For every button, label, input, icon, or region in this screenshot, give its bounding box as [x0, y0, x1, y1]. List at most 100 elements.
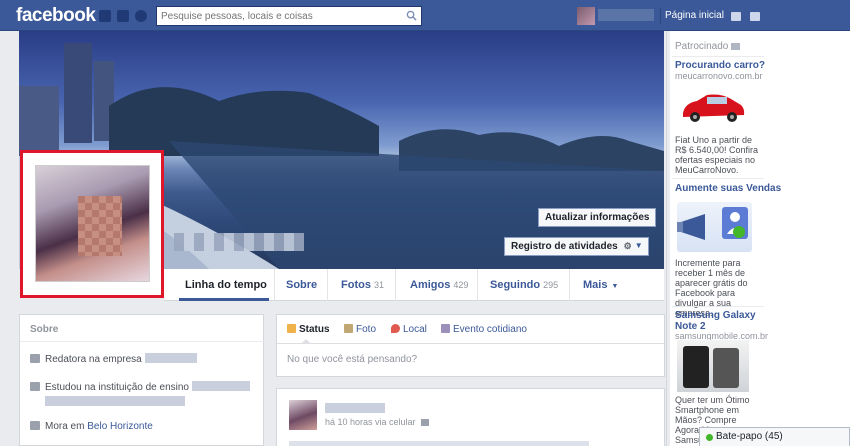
ad-divider [672, 178, 764, 179]
timeline-post: há 10 horas via celular [276, 388, 665, 446]
tab-label: Sobre [286, 279, 318, 291]
tab-label: Fotos [341, 279, 371, 291]
facebook-logo[interactable]: facebook [16, 5, 96, 27]
tab-friends[interactable]: Amigos 429 [410, 279, 468, 291]
composer-input[interactable]: No que você está pensando? [287, 354, 417, 365]
tab-count: 295 [543, 280, 559, 290]
sponsored-heading: Patrocinado [675, 41, 741, 52]
about-work: Redatora na empresa [30, 353, 197, 365]
tab-label: Linha do tempo [185, 279, 267, 291]
about-title[interactable]: Sobre [30, 324, 58, 335]
tab-label: Seguindo [490, 279, 541, 291]
about-location-prefix: Mora em [45, 421, 85, 432]
post-timestamp[interactable]: há 10 horas via celular [325, 417, 416, 427]
ad-text-sales[interactable]: Incremente para receber 1 mês de aparece… [675, 258, 760, 318]
profile-name-redacted [174, 233, 304, 251]
chat-label: Bate-papo (45) [716, 431, 783, 442]
about-education: Estudou na instituição de ensino [30, 381, 250, 408]
post-author-redacted[interactable] [325, 403, 385, 413]
school-redacted[interactable] [192, 381, 250, 391]
about-work-text: Redatora na empresa [45, 354, 142, 365]
right-whitespace [764, 31, 850, 430]
composer-tab-label: Status [299, 324, 330, 335]
phone-back [713, 348, 739, 388]
tab-separator [395, 269, 396, 301]
composer-divider [277, 343, 664, 344]
user-avatar[interactable] [577, 7, 595, 25]
location-pin-icon [391, 324, 400, 333]
school-name-redacted[interactable] [45, 396, 185, 406]
profile-picture[interactable] [35, 165, 150, 282]
tab-timeline[interactable]: Linha do tempo [185, 279, 267, 291]
tab-count: 31 [373, 280, 384, 290]
tab-separator [569, 269, 570, 301]
composer-tab-place[interactable]: Local [391, 324, 427, 335]
post-text-redacted [289, 441, 589, 446]
right-column-divider [666, 31, 667, 446]
ad-text-car[interactable]: Fiat Uno a partir de R$ 6.540,00! Confir… [675, 135, 760, 175]
tab-separator [477, 269, 478, 301]
tab-separator [327, 269, 328, 301]
composer-tab-label: Local [403, 324, 427, 335]
composer-tab-label: Evento cotidiano [453, 324, 527, 335]
about-divider [20, 341, 265, 342]
status-composer: Status Foto Local Evento cotidiano No qu… [276, 314, 665, 377]
tab-following[interactable]: Seguindo 295 [490, 279, 558, 291]
settings-icon[interactable] [750, 12, 760, 21]
top-navigation-bar: facebook Página inicial [0, 0, 850, 31]
composer-tab-label: Foto [356, 324, 377, 335]
about-card: Sobre Redatora na empresa Estudou na ins… [19, 314, 265, 446]
composer-tab-photo[interactable]: Foto [344, 324, 376, 335]
car-ad-image[interactable] [677, 87, 747, 127]
search-icon[interactable] [406, 10, 417, 21]
gear-icon: ⚙ [623, 241, 632, 251]
post-author-avatar[interactable] [289, 400, 317, 430]
tab-label: Mais [583, 279, 608, 291]
pencil-icon [287, 324, 296, 333]
composer-tab-life-event[interactable]: Evento cotidiano [441, 324, 527, 335]
activity-log-label: Registro de atividades [511, 241, 618, 252]
find-friends-icon[interactable] [731, 12, 741, 21]
activity-log-button[interactable]: Registro de atividades ⚙ ▼ [504, 237, 649, 256]
phone-front [683, 346, 709, 388]
camera-icon [344, 324, 353, 333]
online-status-icon [706, 434, 713, 441]
ad-title-samsung[interactable]: Samsung Galaxy Note 2 [675, 310, 760, 332]
sponsored-label[interactable]: Patrocinado [675, 41, 728, 52]
composer-tab-status[interactable]: Status [287, 324, 330, 335]
flag-icon [441, 324, 450, 333]
update-info-button[interactable]: Atualizar informações [538, 208, 657, 227]
chevron-down-icon: ▼ [634, 241, 643, 250]
user-name-redacted[interactable] [598, 9, 654, 21]
topbar-divider [660, 8, 661, 24]
tab-photos[interactable]: Fotos 31 [341, 279, 384, 291]
home-link[interactable]: Página inicial [665, 10, 724, 21]
city-link[interactable]: Belo Horizonte [87, 421, 153, 432]
profile-picture-highlight [20, 150, 164, 298]
ad-divider [672, 306, 764, 307]
chevron-down-icon: ▼ [611, 283, 619, 290]
chat-bar[interactable]: Bate-papo (45) [699, 427, 850, 446]
ad-domain-car[interactable]: meucarronovo.com.br [675, 71, 763, 81]
friends-audience-icon[interactable] [421, 419, 430, 426]
tab-separator [274, 269, 275, 301]
tab-label: Amigos [410, 279, 451, 291]
tab-about[interactable]: Sobre [286, 279, 317, 291]
search-input[interactable] [157, 7, 397, 25]
ad-title-car[interactable]: Procurando carro? [675, 60, 765, 71]
megaphone-icon [677, 207, 748, 240]
search-box[interactable] [156, 6, 422, 26]
about-education-text: Estudou na instituição de ensino [45, 382, 189, 393]
post-meta: há 10 horas via celular [325, 417, 430, 427]
company-redacted[interactable] [144, 353, 197, 363]
notifications-icon[interactable] [135, 10, 147, 22]
tab-count: 429 [453, 280, 469, 290]
graduation-cap-icon [30, 382, 40, 391]
ad-title-sales[interactable]: Aumente suas Vendas [675, 183, 781, 194]
messages-icon[interactable] [117, 10, 129, 22]
samsung-ad-image[interactable] [677, 340, 749, 392]
friend-requests-icon[interactable] [99, 10, 111, 22]
home-icon [30, 421, 40, 430]
tab-more[interactable]: Mais ▼ [583, 279, 618, 291]
megaphone-ad-image[interactable] [677, 202, 752, 252]
